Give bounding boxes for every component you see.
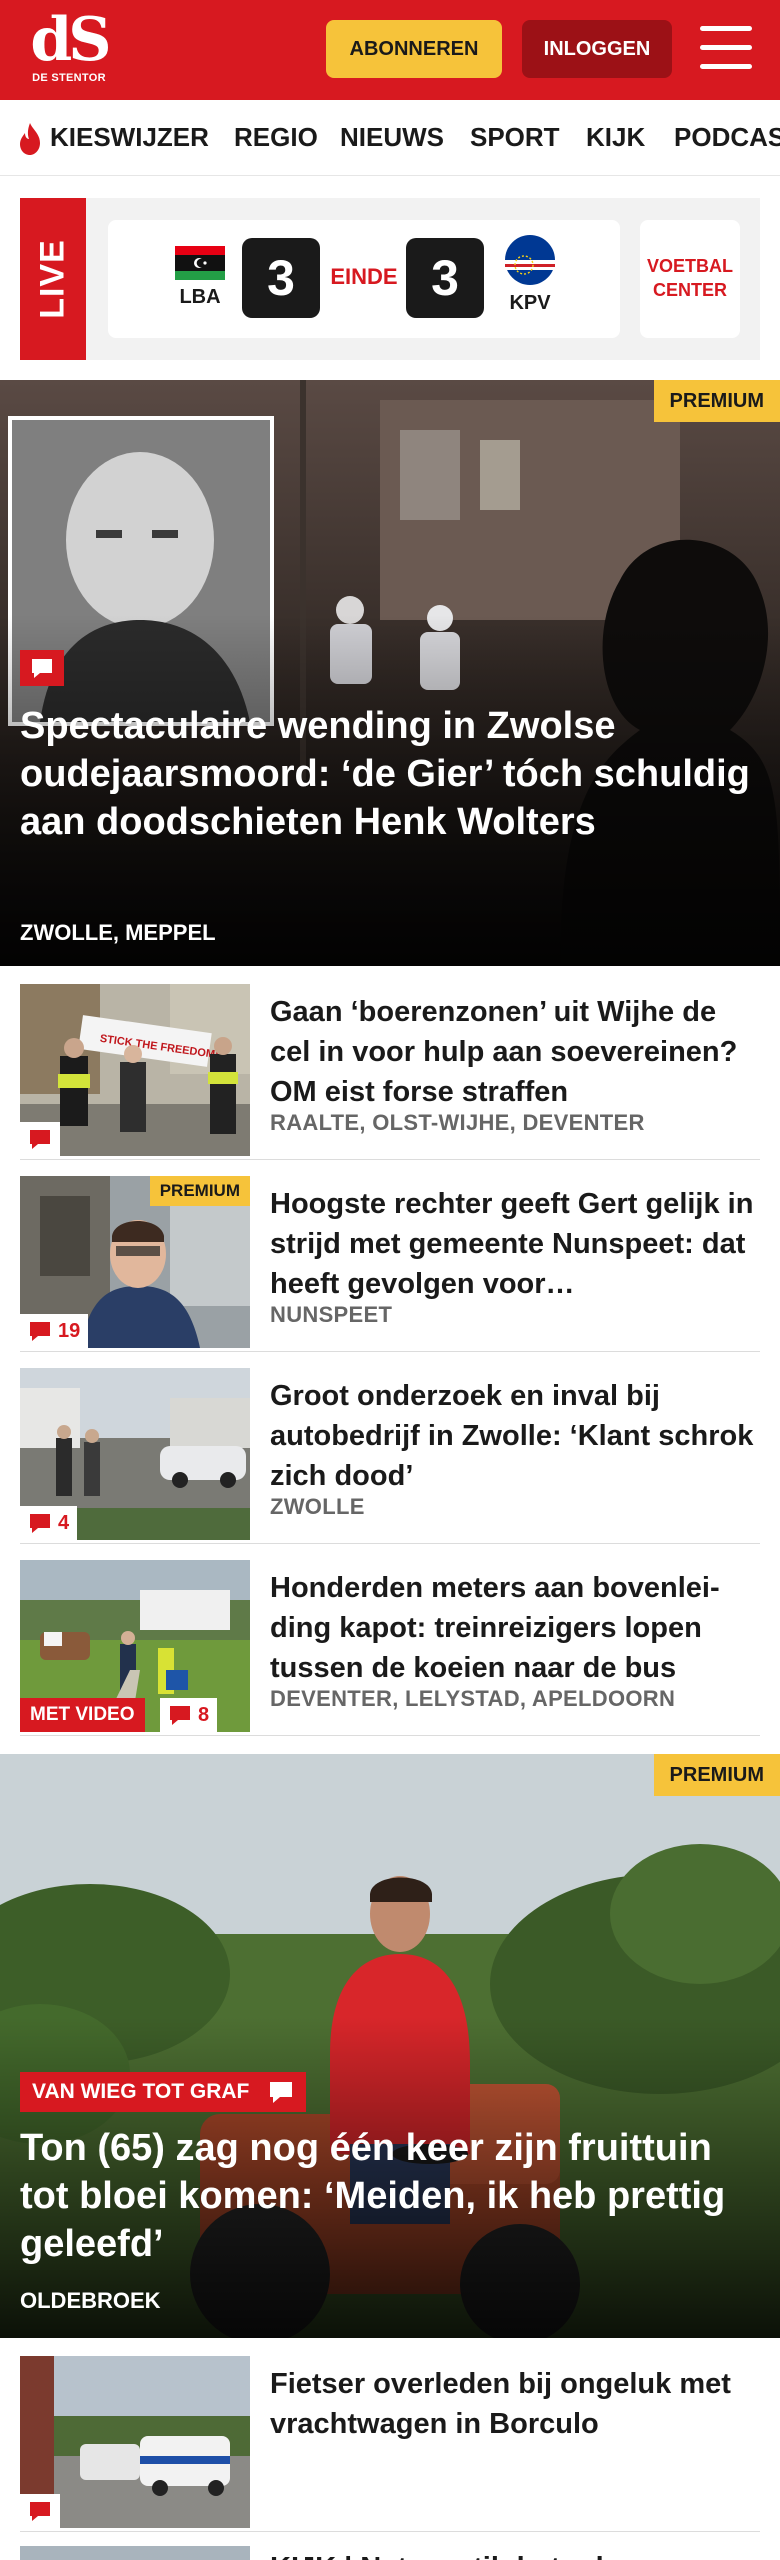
article-thumbnail: MET VIDEO 8 (20, 1560, 250, 1732)
hero-article-1[interactable]: PREMIUM Spectaculaire wending in Zwolse … (0, 380, 780, 966)
hero-article-2[interactable]: PREMIUM VAN WIEG TOT GRAF Ton (65) zag n… (0, 1754, 780, 2338)
nav-item-podcast[interactable]: PODCAS (674, 122, 780, 153)
comment-badge: 8 (160, 1698, 218, 1732)
hero-image-1 (0, 380, 780, 966)
hero-1-title[interactable]: Spectaculaire wending in Zwolse oudejaar… (20, 702, 760, 846)
premium-badge: PREMIUM (653, 1754, 780, 1796)
comment-count: 4 (58, 1511, 70, 1534)
comment-count: 19 (58, 1319, 81, 1342)
home-team-name: LBA (179, 286, 221, 308)
article-item-2[interactable]: PREMIUM 19 Hoogste rechter geeft Gert ge… (20, 1176, 760, 1352)
match-status: EINDE (330, 264, 398, 289)
article-thumbnail: STICK THE FREEDOM! (20, 984, 250, 1156)
nav-item-sport[interactable]: SPORT (470, 122, 560, 153)
comment-icon (30, 1322, 50, 1341)
lba-flag-icon (175, 246, 225, 280)
article-location: ZWOLLE (270, 1494, 365, 1519)
main-nav: KIESWIJZER REGIO NIEUWS SPORT KIJK PODCA… (0, 100, 780, 176)
article-title[interactable]: Groot onderzoek en inval bij autobedrijf… (270, 1376, 760, 1496)
hero-1-location: ZWOLLE, MEPPEL (20, 920, 216, 945)
comment-icon (30, 1514, 50, 1533)
article-location: NUNSPEET (270, 1302, 393, 1327)
article-title[interactable]: Honderden meters aan bovenlei­ding kapot… (270, 1568, 760, 1688)
live-score-block: LIVE LBA 3 EINDE 3 KPV VOETBAL CENTER (20, 198, 760, 360)
away-team: KPV (500, 235, 560, 315)
nav-item-regio[interactable]: REGIO (234, 122, 318, 153)
article-title[interactable]: KIJK | Nat en stil: het rak… (270, 2548, 760, 2560)
hamburger-menu-icon[interactable] (700, 26, 752, 72)
article-title[interactable]: Fietser overleden bij ongeluk met vracht… (270, 2364, 760, 2444)
video-badge: MET VIDEO (20, 1698, 145, 1732)
comment-badge: 4 (20, 1506, 78, 1540)
flame-icon (20, 123, 40, 155)
article-item-4[interactable]: MET VIDEO 8 Honderden meters aan bovenle… (20, 1560, 760, 1736)
article-title[interactable]: Hoogste rechter geeft Gert gelijk in str… (270, 1184, 760, 1304)
logo-name: DE STENTOR (32, 72, 106, 84)
article-thumbnail (20, 2356, 250, 2528)
article-item-5[interactable]: Fietser overleden bij ongeluk met vracht… (20, 2356, 760, 2532)
rubric-label: VAN WIEG TOT GRAF (20, 2072, 262, 2112)
home-score: 3 (242, 238, 320, 318)
login-button[interactable]: INLOGGEN (522, 20, 672, 78)
article-location: DEVENTER, LELYSTAD, APELDOORN (270, 1686, 676, 1711)
comment-icon (30, 1130, 50, 1149)
live-label: LIVE (20, 198, 86, 360)
nav-item-kijk[interactable]: KIJK (586, 122, 645, 153)
score-card[interactable]: LBA 3 EINDE 3 KPV (108, 220, 620, 338)
premium-badge: PREMIUM (653, 380, 780, 422)
nav-item-nieuws[interactable]: NIEUWS (340, 122, 444, 153)
article-location: RAALTE, OLST-WIJHE, DEVENTER (270, 1110, 645, 1135)
away-score: 3 (406, 238, 484, 318)
article-title[interactable]: Gaan ‘boerenzonen’ uit Wijhe de cel in v… (270, 992, 760, 1112)
article-thumbnail: 4 (20, 1368, 250, 1540)
site-logo[interactable]: dS DE STENTOR (26, 5, 112, 92)
voetbal-center-button[interactable]: VOETBAL CENTER (640, 220, 740, 338)
comment-badge: 19 (20, 1314, 89, 1348)
article-item-3[interactable]: 4 Groot onderzoek en inval bij autobedri… (20, 1368, 760, 1544)
comment-icon (170, 1706, 190, 1725)
comment-badge (20, 2494, 60, 2528)
article-thumbnail (20, 2546, 250, 2560)
premium-badge: PREMIUM (149, 1176, 250, 1206)
site-header: dS DE STENTOR ABONNEREN INLOGGEN (0, 0, 780, 100)
subscribe-button[interactable]: ABONNEREN (326, 20, 502, 78)
nav-item-kieswijzer[interactable]: KIESWIJZER (50, 122, 209, 153)
kpv-flag-icon (505, 235, 555, 285)
article-thumbnail: PREMIUM 19 (20, 1176, 250, 1348)
comment-icon (30, 2502, 50, 2521)
home-team: LBA (170, 246, 230, 309)
hero-2-location: OLDEBROEK (20, 2288, 161, 2313)
comment-icon (20, 650, 64, 686)
article-item-6[interactable]: KIJK | Nat en stil: het rak… (20, 2546, 760, 2560)
article-item-1[interactable]: STICK THE FREEDOM! Gaan ‘boerenzonen’ ui… (20, 984, 760, 1160)
logo-mark: dS (30, 5, 111, 75)
comment-count: 8 (198, 1703, 210, 1726)
away-team-name: KPV (509, 292, 551, 314)
comment-badge (20, 1122, 60, 1156)
comment-icon (256, 2072, 306, 2112)
hero-2-title[interactable]: Ton (65) zag nog één keer zijn fruittuin… (20, 2124, 760, 2268)
